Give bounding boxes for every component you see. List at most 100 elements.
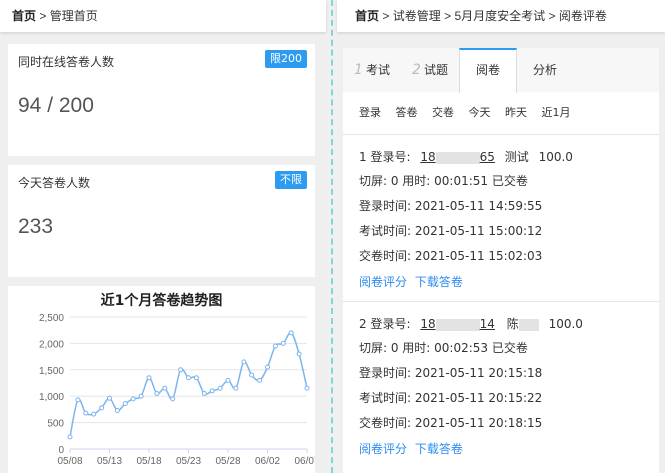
data-point bbox=[296, 351, 302, 357]
breadcrumb-home[interactable]: 首页 bbox=[355, 9, 379, 23]
tab-questions[interactable]: 2 试题 bbox=[401, 48, 459, 92]
data-point bbox=[209, 388, 215, 394]
filter-submitted[interactable]: 交卷 bbox=[432, 106, 454, 119]
tab-analysis[interactable]: 分析 bbox=[517, 48, 573, 92]
data-point bbox=[257, 377, 263, 383]
online-count-value: 94 / 200 bbox=[18, 94, 94, 117]
masked-name bbox=[518, 318, 539, 331]
tab-grading[interactable]: 阅卷 bbox=[459, 48, 517, 93]
data-point bbox=[91, 411, 97, 417]
data-point bbox=[201, 391, 207, 397]
online-limit-badge: 限200 bbox=[265, 50, 307, 68]
score: 100.0 bbox=[548, 317, 583, 331]
data-point bbox=[146, 375, 152, 381]
trend-chart: 0 500 1,000 1,500 2,000 2,500 05/08 05/13 05/18 0… bbox=[39, 313, 315, 467]
tab-number: 1 bbox=[354, 62, 363, 78]
breadcrumb: 首页 > 试卷管理 > 5月月度安全考试 > 阅卷评卷 bbox=[337, 0, 665, 32]
filter-today[interactable]: 今天 bbox=[469, 106, 491, 119]
tab-label: 试题 bbox=[423, 63, 448, 77]
grading-content: 1 考试 2 试题 阅卷 分析 登录 答卷 交卷 今天 昨天 近1月 1 登录号… bbox=[343, 48, 659, 473]
data-point bbox=[233, 385, 239, 391]
tab-number: 2 bbox=[412, 62, 421, 78]
series-line bbox=[69, 331, 308, 438]
login-id-link[interactable]: 18 14 bbox=[420, 317, 495, 331]
online-count-title: 同时在线答卷人数 bbox=[18, 55, 115, 69]
y-tick-label: 0 bbox=[58, 445, 64, 456]
list-item: 2 登录号: 18 14 陈 100.0 切屏: 0 用时: 00:02:53 已… bbox=[343, 301, 659, 473]
today-count-card: 今天答卷人数 不限 233 bbox=[8, 165, 315, 277]
data-point bbox=[130, 396, 136, 402]
data-point bbox=[114, 407, 120, 413]
today-count-value: 233 bbox=[18, 215, 54, 238]
breadcrumb-exam-management[interactable]: 试卷管理 bbox=[393, 9, 441, 23]
online-count-card: 同时在线答卷人数 限200 94 / 200 bbox=[8, 44, 315, 156]
y-tick-label: 2,000 bbox=[39, 339, 64, 350]
x-tick-label: 05/18 bbox=[136, 456, 161, 467]
grade-button[interactable]: 阅卷评分 bbox=[359, 442, 407, 456]
tab-exam[interactable]: 1 考试 bbox=[343, 48, 401, 92]
login-id-prefix: 18 bbox=[420, 150, 436, 164]
tab-bar: 1 考试 2 试题 阅卷 分析 bbox=[343, 48, 659, 93]
data-point bbox=[178, 367, 184, 373]
record-actions: 阅卷评分 下载答卷 bbox=[359, 440, 463, 457]
candidate-name: 陈 bbox=[506, 317, 519, 331]
x-tick-label: 05/28 bbox=[215, 456, 240, 467]
y-tick-label: 2,500 bbox=[39, 313, 64, 324]
data-point bbox=[75, 397, 81, 403]
switch-time-status: 切屏: 0 用时: 00:02:53 已交卷 bbox=[359, 341, 528, 355]
download-answer-button[interactable]: 下载答卷 bbox=[415, 275, 463, 289]
data-point bbox=[186, 375, 191, 381]
filter-last-month[interactable]: 近1月 bbox=[542, 106, 571, 119]
record-index: 2 bbox=[359, 317, 367, 331]
tab-label: 考试 bbox=[365, 63, 390, 77]
download-answer-button[interactable]: 下载答卷 bbox=[415, 442, 463, 456]
data-point bbox=[225, 377, 231, 383]
data-point bbox=[217, 385, 223, 391]
grading-panel: 首页 > 试卷管理 > 5月月度安全考试 > 阅卷评卷 1 考试 2 试题 阅卷 分… bbox=[337, 0, 665, 473]
data-point bbox=[280, 340, 286, 346]
breadcrumb: 首页 > 管理首页 bbox=[0, 0, 326, 32]
record-header: 2 登录号: 18 14 陈 100.0 bbox=[359, 315, 583, 332]
x-tick-label: 05/13 bbox=[97, 456, 122, 467]
y-tick-label: 500 bbox=[47, 419, 64, 430]
y-tick-label: 1,500 bbox=[39, 366, 64, 377]
breadcrumb-current: 阅卷评卷 bbox=[558, 9, 607, 23]
exam-time: 考试时间: 2021-05-11 20:15:22 bbox=[359, 391, 543, 405]
dashboard-panel: 首页 > 管理首页 同时在线答卷人数 限200 94 / 200 今天答卷人数 … bbox=[0, 0, 326, 473]
breadcrumb-separator: > bbox=[548, 9, 556, 23]
data-point bbox=[288, 330, 294, 336]
login-id-prefix: 18 bbox=[420, 317, 436, 331]
x-tick-label: 06/07 bbox=[294, 456, 315, 467]
breadcrumb-separator: > bbox=[39, 9, 47, 23]
breadcrumb-separator: > bbox=[444, 9, 452, 23]
data-point bbox=[170, 396, 176, 402]
login-id-suffix: 14 bbox=[479, 317, 495, 331]
data-point bbox=[122, 401, 128, 407]
data-point bbox=[154, 391, 160, 397]
switch-time-status: 切屏: 0 用时: 00:01:51 已交卷 bbox=[359, 174, 528, 188]
filter-answering[interactable]: 答卷 bbox=[396, 106, 418, 119]
x-tick-label: 06/02 bbox=[255, 456, 280, 467]
score: 100.0 bbox=[538, 150, 573, 164]
data-point bbox=[162, 385, 168, 391]
breadcrumb-exam-name[interactable]: 5月月度安全考试 bbox=[454, 9, 545, 23]
filter-login[interactable]: 登录 bbox=[359, 106, 381, 119]
data-point bbox=[138, 393, 144, 399]
filter-yesterday[interactable]: 昨天 bbox=[505, 106, 527, 119]
filter-bar: 登录 答卷 交卷 今天 昨天 近1月 bbox=[359, 104, 582, 120]
data-point bbox=[67, 434, 73, 440]
submit-time: 交卷时间: 2021-05-11 20:18:15 bbox=[359, 416, 543, 430]
data-point bbox=[193, 375, 199, 381]
masked-login-id bbox=[435, 318, 480, 331]
login-label: 登录号: bbox=[370, 317, 411, 331]
data-point bbox=[304, 385, 310, 391]
tab-label: 阅卷 bbox=[475, 63, 500, 77]
record-actions: 阅卷评分 下载答卷 bbox=[359, 273, 463, 290]
tab-label: 分析 bbox=[532, 63, 557, 77]
grade-button[interactable]: 阅卷评分 bbox=[359, 275, 407, 289]
breadcrumb-home[interactable]: 首页 bbox=[12, 9, 36, 23]
today-count-title: 今天答卷人数 bbox=[18, 176, 91, 190]
today-limit-badge: 不限 bbox=[275, 171, 307, 189]
breadcrumb-separator: > bbox=[382, 9, 390, 23]
login-id-link[interactable]: 18 65 bbox=[420, 150, 495, 164]
